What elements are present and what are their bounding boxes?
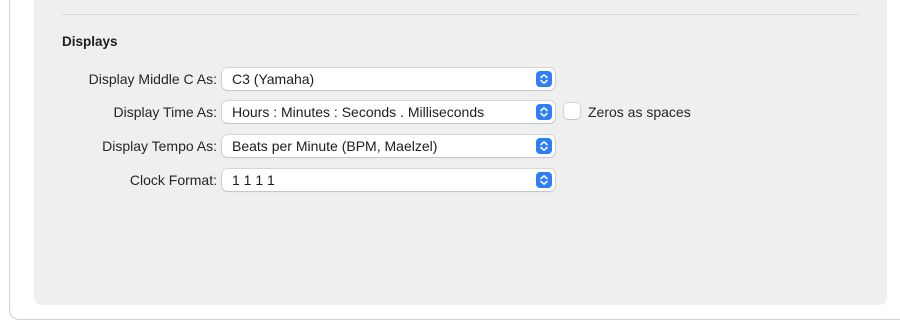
clock-format-label: Clock Format: [129, 172, 217, 188]
middle-c-popup[interactable]: C3 (Yamaha) [222, 68, 555, 90]
zeros-as-spaces-label[interactable]: Zeros as spaces [588, 104, 691, 120]
zeros-as-spaces-checkbox[interactable] [564, 103, 580, 119]
tempo-label: Display Tempo As: [102, 138, 217, 154]
clock-format-row: Clock Format: 1 1 1 1 [0, 169, 900, 191]
middle-c-label: Display Middle C As: [88, 71, 217, 87]
tempo-popup[interactable]: Beats per Minute (BPM, Maelzel) [222, 135, 555, 157]
chevron-up-down-icon [536, 138, 552, 154]
time-row: Display Time As: Hours : Minutes : Secon… [0, 101, 900, 123]
middle-c-row: Display Middle C As: C3 (Yamaha) [0, 68, 900, 90]
chevron-up-down-icon [536, 104, 552, 120]
time-label: Display Time As: [113, 104, 217, 120]
tempo-value: Beats per Minute (BPM, Maelzel) [232, 138, 438, 154]
middle-c-value: C3 (Yamaha) [232, 71, 315, 87]
section-title: Displays [62, 34, 118, 49]
time-popup[interactable]: Hours : Minutes : Seconds . Milliseconds [222, 101, 555, 123]
section-divider [62, 14, 859, 15]
chevron-up-down-icon [536, 71, 552, 87]
tempo-row: Display Tempo As: Beats per Minute (BPM,… [0, 135, 900, 157]
time-value: Hours : Minutes : Seconds . Milliseconds [232, 104, 485, 120]
chevron-up-down-icon [536, 172, 552, 188]
clock-format-value: 1 1 1 1 [232, 172, 275, 188]
clock-format-popup[interactable]: 1 1 1 1 [222, 169, 555, 191]
